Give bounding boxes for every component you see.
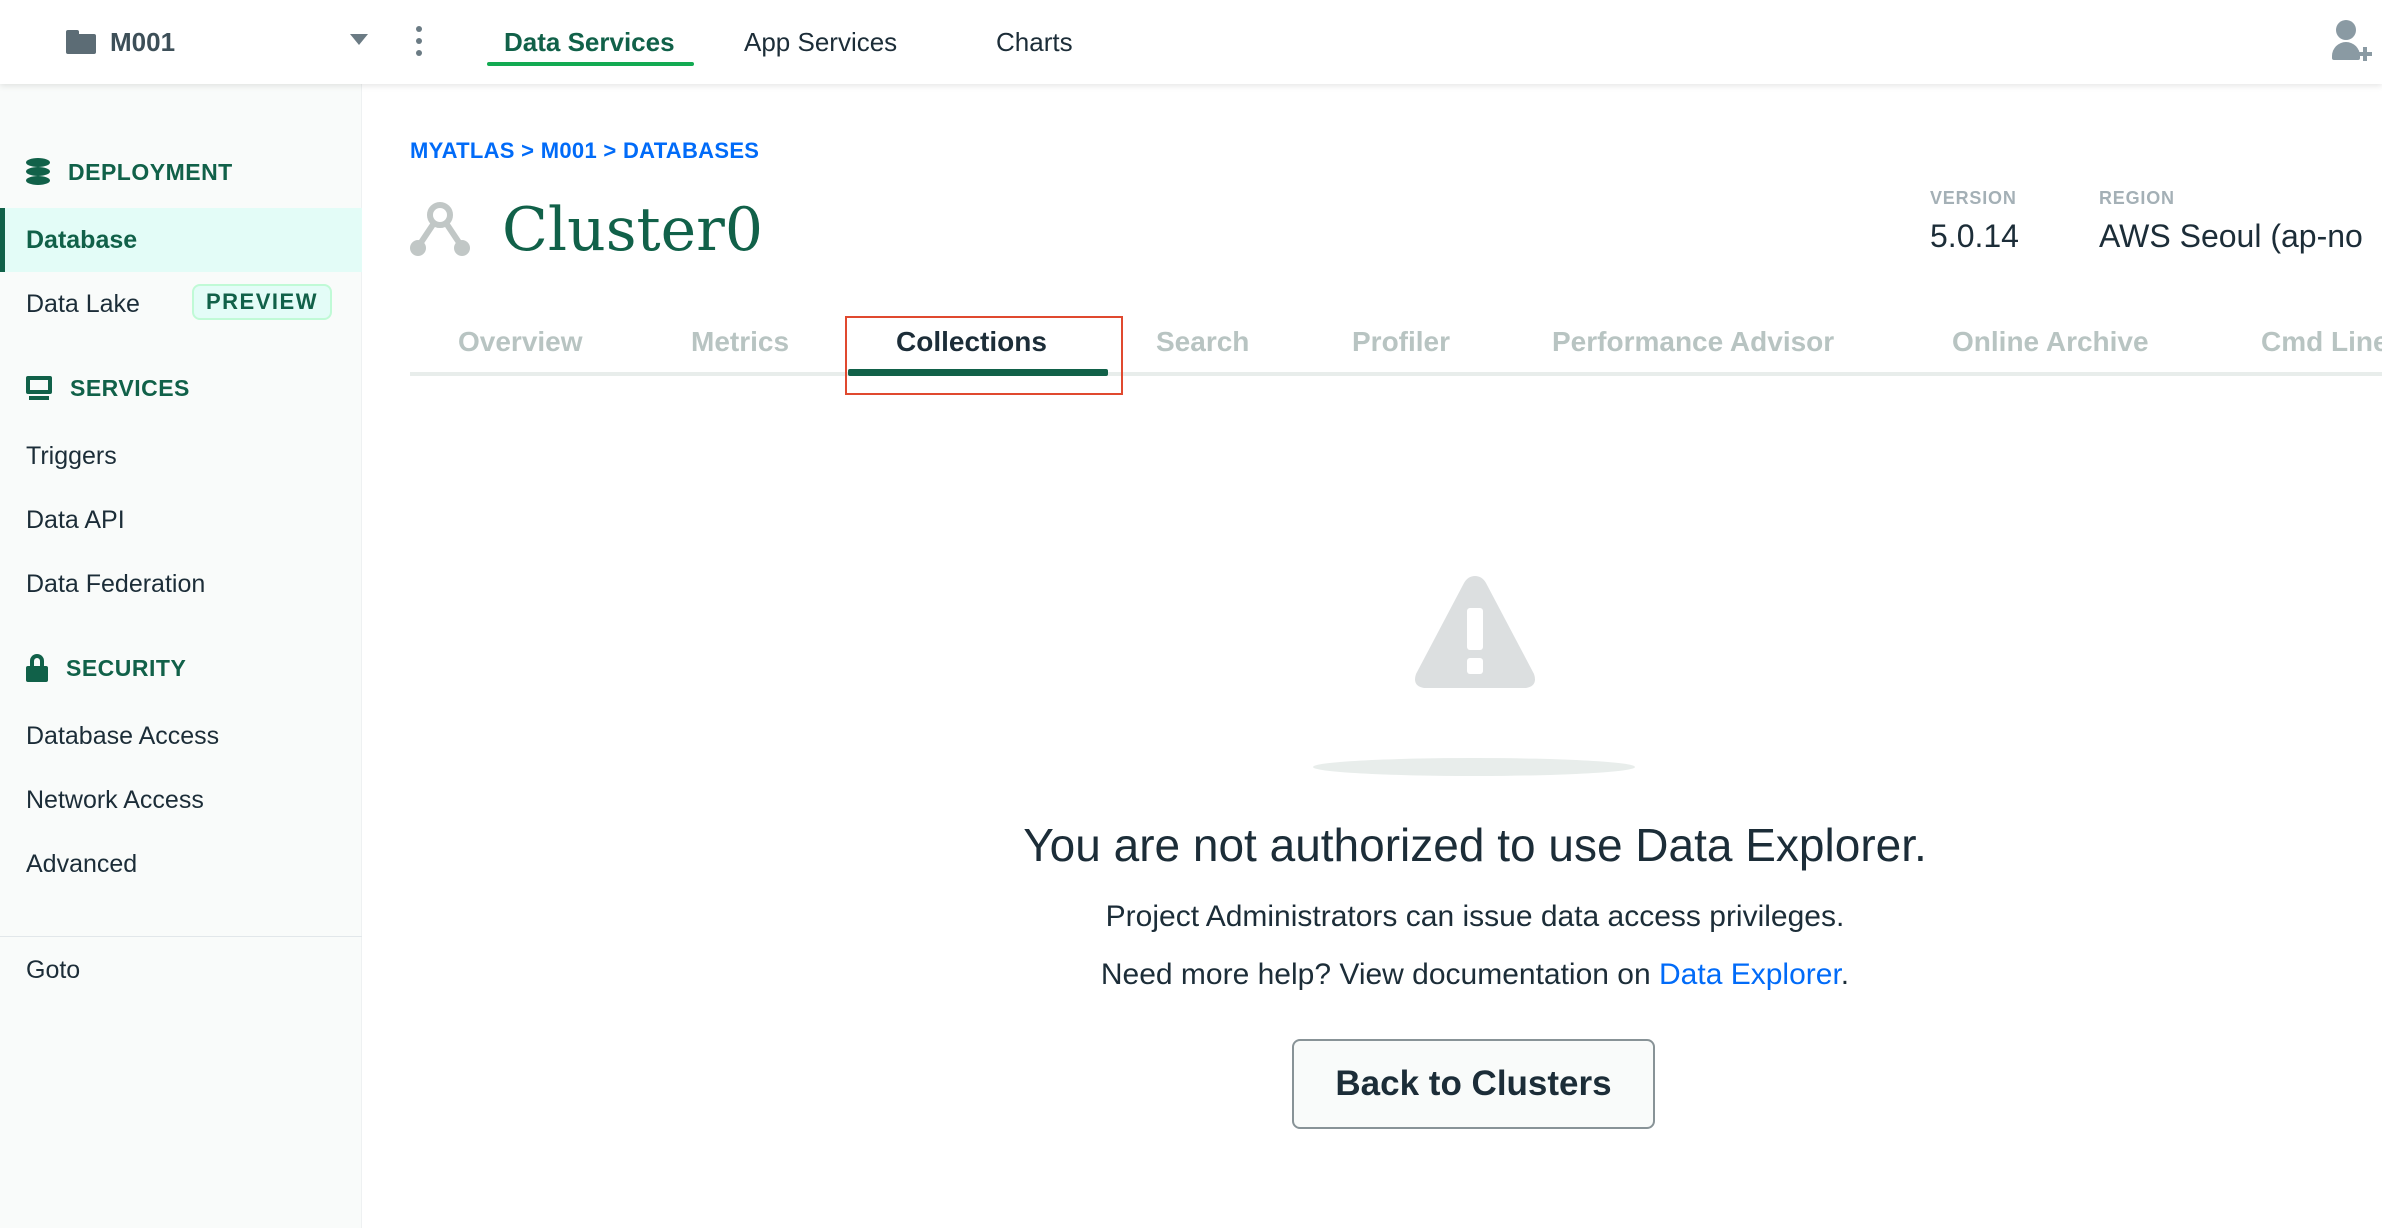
tab-collections-highlight: [845, 316, 1123, 395]
preview-badge: PREVIEW: [192, 284, 332, 320]
folder-icon: [66, 30, 96, 54]
region-value: AWS Seoul (ap-no: [2099, 218, 2363, 254]
sidebar-item-network-access[interactable]: Network Access: [26, 780, 204, 820]
project-selector[interactable]: M001: [66, 22, 175, 62]
cluster-icon: [410, 202, 470, 258]
version-label: VERSION: [1930, 188, 2017, 208]
tab-metrics[interactable]: Metrics: [691, 322, 789, 362]
top-navigation-bar: M001 Data Services App Services Charts: [0, 0, 2382, 84]
tab-cmd-line[interactable]: Cmd Line: [2261, 322, 2382, 362]
sidebar-item-data-api[interactable]: Data API: [26, 500, 125, 540]
tabs-baseline: [410, 372, 2382, 376]
error-description: Project Administrators can issue data ac…: [1105, 900, 1845, 933]
sidebar-section-deployment: DEPLOYMENT: [26, 152, 233, 192]
tab-search[interactable]: Search: [1156, 322, 1249, 362]
cluster-name: Cluster0: [502, 195, 764, 265]
tab-overview[interactable]: Overview: [458, 322, 583, 362]
help-text-prefix: Need more help? View documentation on: [1100, 958, 1660, 991]
version-value: 5.0.14: [1930, 218, 2019, 254]
sidebar-divider: [0, 936, 362, 937]
more-options-icon[interactable]: [410, 24, 428, 60]
tab-profiler[interactable]: Profiler: [1352, 322, 1450, 362]
database-icon: [26, 158, 50, 186]
help-text: Need more help? View documentation on Da…: [910, 958, 2040, 992]
services-icon: [26, 376, 52, 400]
help-text-suffix: .: [1840, 958, 1850, 991]
chevron-down-icon[interactable]: [350, 34, 368, 45]
back-to-clusters-button[interactable]: Back to Clusters: [1292, 1039, 1655, 1129]
sidebar-item-advanced[interactable]: Advanced: [26, 844, 137, 884]
breadcrumb[interactable]: MYATLAS > M001 > DATABASES: [410, 138, 759, 164]
sidebar-item-database[interactable]: Database: [0, 208, 362, 272]
nav-active-indicator: [487, 62, 694, 66]
region-label: REGION: [2099, 188, 2175, 208]
nav-data-services[interactable]: Data Services: [504, 22, 675, 62]
sidebar-item-data-lake[interactable]: Data Lake: [26, 284, 140, 324]
cluster-header: Cluster0: [410, 190, 763, 270]
error-title: You are not authorized to use Data Explo…: [1023, 819, 1927, 871]
sidebar-section-label: DEPLOYMENT: [68, 158, 233, 185]
sidebar-item-data-federation[interactable]: Data Federation: [26, 564, 205, 604]
sidebar-item-triggers[interactable]: Triggers: [26, 436, 117, 476]
nav-charts[interactable]: Charts: [996, 22, 1073, 62]
lock-icon: [26, 654, 48, 682]
sidebar-section-label: SECURITY: [66, 654, 187, 681]
project-name: M001: [110, 26, 176, 57]
invite-user-icon[interactable]: [2332, 18, 2374, 62]
tab-performance-advisor[interactable]: Performance Advisor: [1552, 322, 1834, 362]
warning-icon: [1415, 576, 1535, 688]
warning-shadow: [1313, 758, 1635, 776]
sidebar-item-goto[interactable]: Goto: [26, 950, 80, 990]
sidebar-item-database-access[interactable]: Database Access: [26, 716, 219, 756]
nav-app-services[interactable]: App Services: [744, 22, 897, 62]
data-explorer-link[interactable]: Data Explorer: [1659, 958, 1841, 991]
sidebar-section-services: SERVICES: [26, 368, 190, 408]
tab-online-archive[interactable]: Online Archive: [1952, 322, 2149, 362]
sidebar-section-label: SERVICES: [70, 374, 190, 401]
sidebar-section-security: SECURITY: [26, 648, 186, 688]
